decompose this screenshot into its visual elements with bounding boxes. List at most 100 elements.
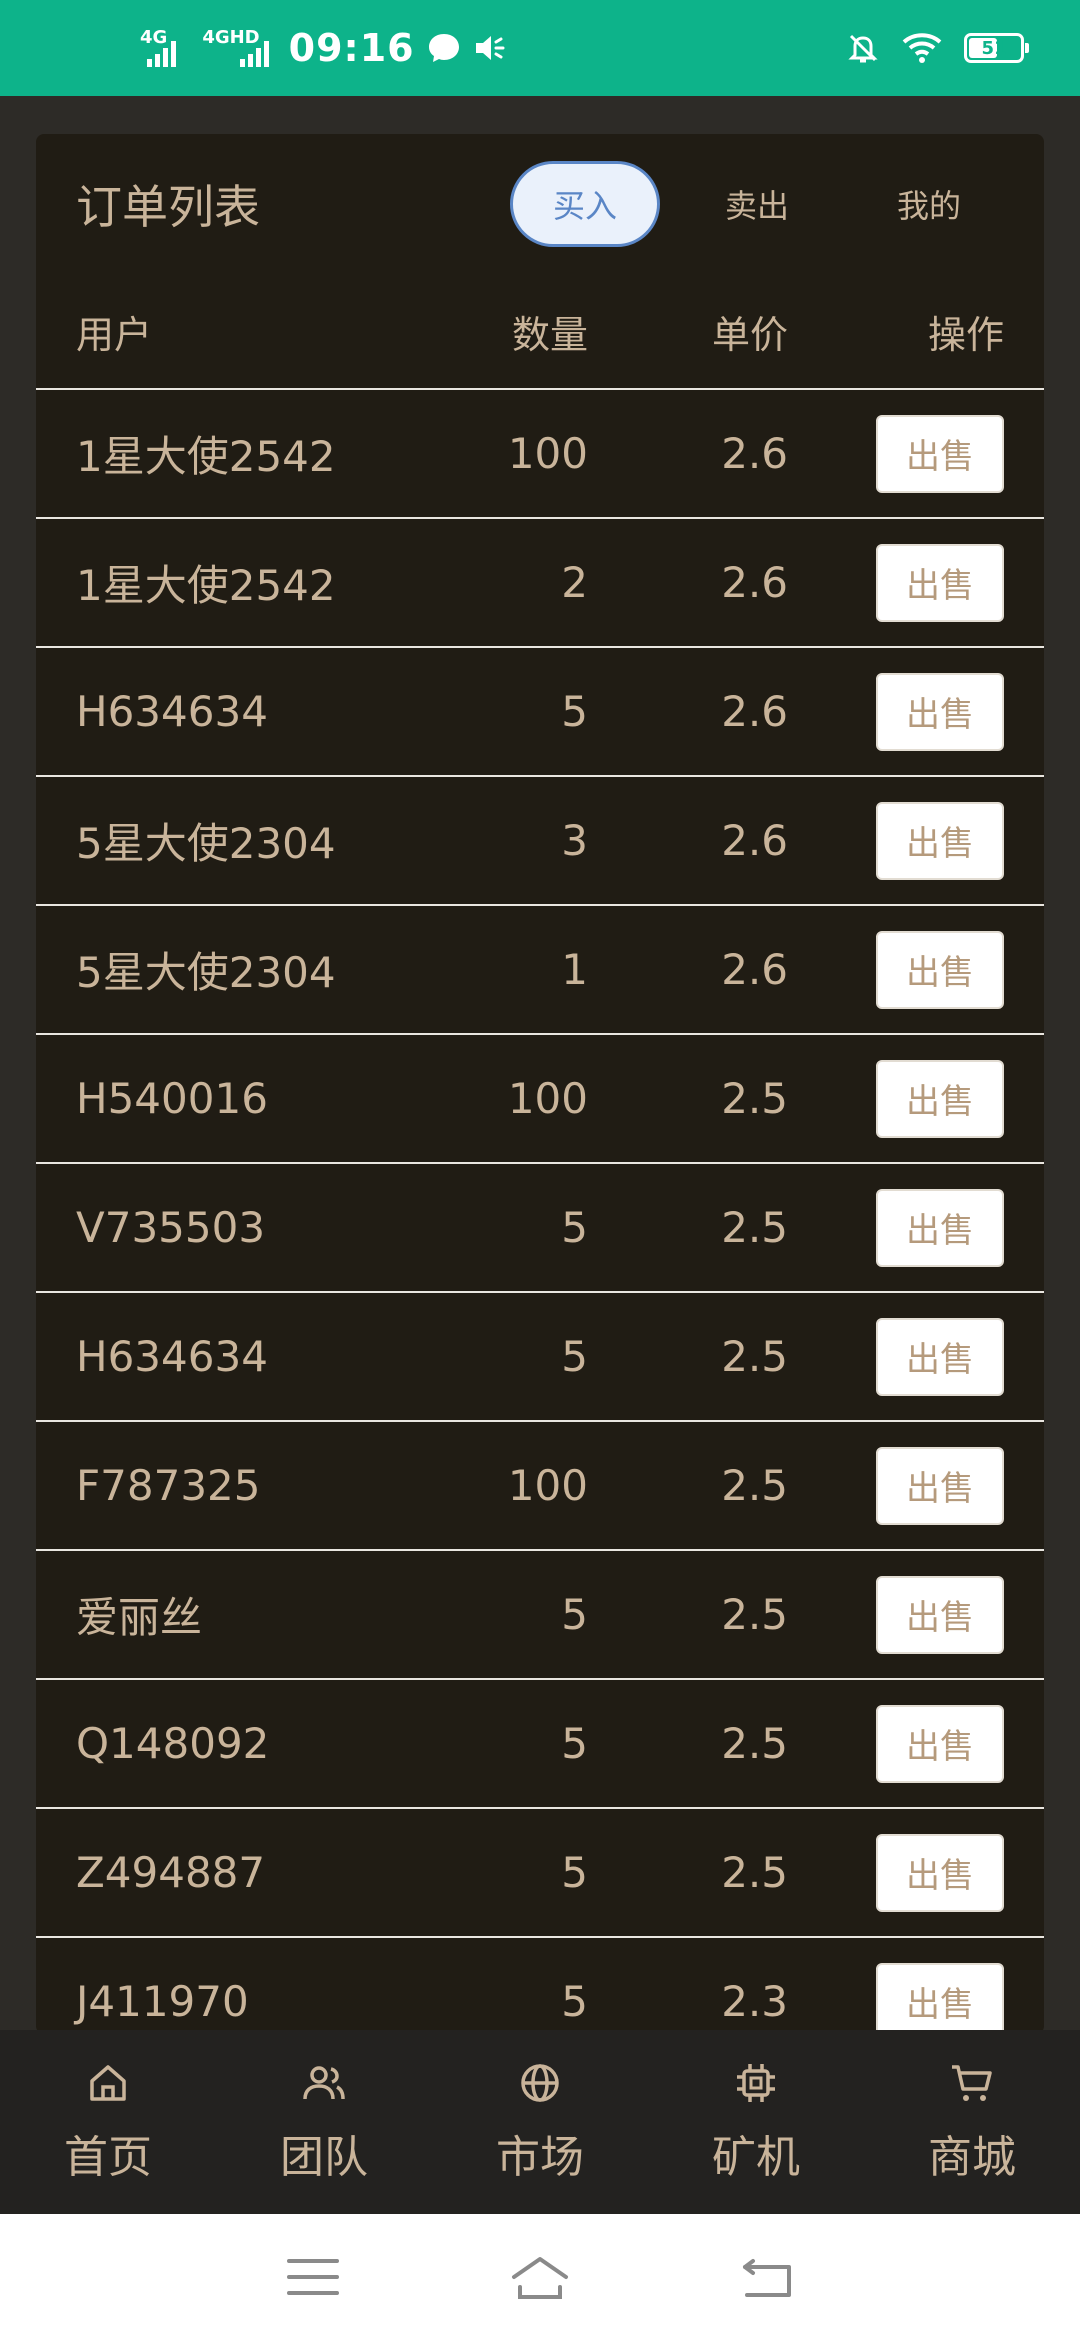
wifi-icon	[902, 33, 942, 63]
nav-label: 矿机	[712, 2132, 800, 2183]
row-price: 2.5	[721, 1074, 788, 1123]
column-header-action: 操作	[927, 312, 1004, 357]
row-qty: 3	[561, 816, 588, 865]
row-user: 1星大使2542	[76, 561, 336, 610]
row-price: 2.3	[721, 1977, 788, 2026]
row-price: 2.6	[721, 558, 788, 607]
system-nav-bar	[0, 2214, 1080, 2340]
row-user: Q148092	[76, 1719, 270, 1768]
nav-miner[interactable]: 矿机	[656, 2059, 856, 2185]
sell-button[interactable]: 出售	[876, 414, 1004, 493]
row-price: 2.5	[721, 1719, 788, 1768]
nav-market[interactable]: 市场	[440, 2059, 640, 2185]
menu-icon[interactable]	[283, 2247, 343, 2307]
sell-button[interactable]: 出售	[876, 1059, 1004, 1138]
message-icon	[428, 34, 459, 62]
row-qty: 5	[561, 687, 588, 736]
table-row: 1星大使2542 100 2.6 出售	[36, 390, 1044, 519]
bottom-nav: 首页 团队 市场 矿机 商城	[0, 2030, 1080, 2214]
column-header-price: 单价	[711, 312, 788, 357]
row-qty: 1	[561, 945, 588, 994]
order-rows: 1星大使2542 100 2.6 出售 1星大使2542 2 2.6 出售 H6…	[36, 390, 1044, 2034]
row-qty: 5	[561, 1848, 588, 1897]
card-header: 订单列表 买入 卖出 我的	[36, 134, 1044, 274]
row-price: 2.5	[721, 1590, 788, 1639]
battery-level: 51	[981, 37, 1007, 59]
table-row: H634634 5 2.6 出售	[36, 648, 1044, 777]
order-tabs: 买入 卖出 我的	[488, 161, 1004, 247]
row-user: H540016	[76, 1074, 268, 1123]
cart-icon	[952, 2065, 992, 2101]
row-user: 5星大使2304	[76, 948, 336, 997]
row-user: Z494887	[76, 1848, 266, 1897]
row-user: F787325	[76, 1461, 261, 1510]
table-row: 5星大使2304 3 2.6 出售	[36, 777, 1044, 906]
table-row: J411970 5 2.3 出售	[36, 1938, 1044, 2034]
row-price: 2.6	[721, 945, 788, 994]
table-row: 5星大使2304 1 2.6 出售	[36, 906, 1044, 1035]
sell-button[interactable]: 出售	[876, 1704, 1004, 1783]
bell-muted-icon	[848, 34, 878, 63]
table-header: 用户 数量 单价 操作	[36, 274, 1044, 390]
row-price: 2.5	[721, 1848, 788, 1897]
nav-team[interactable]: 团队	[224, 2059, 424, 2185]
row-qty: 100	[507, 429, 588, 478]
team-icon	[303, 2066, 345, 2100]
row-user: J411970	[76, 1977, 249, 2026]
home-button-icon[interactable]	[510, 2247, 570, 2307]
row-price: 2.6	[721, 816, 788, 865]
nav-label: 团队	[280, 2132, 368, 2183]
tab-buy[interactable]: 买入	[510, 161, 660, 247]
status-bar: 4G 4GHD 09:16 51	[0, 0, 1080, 96]
row-user: 1星大使2542	[76, 432, 336, 481]
row-price: 2.5	[721, 1203, 788, 1252]
globe-icon	[521, 2064, 559, 2102]
sell-button[interactable]: 出售	[876, 1833, 1004, 1912]
table-row: 爱丽丝 5 2.5 出售	[36, 1551, 1044, 1680]
sell-button[interactable]: 出售	[876, 1188, 1004, 1267]
order-list-card: 订单列表 买入 卖出 我的 用户 数量 单价 操作 1星大使2542 100 2…	[36, 134, 1044, 2034]
row-qty: 100	[507, 1074, 588, 1123]
status-left: 4G 4GHD 09:16	[140, 26, 509, 70]
row-qty: 5	[561, 1203, 588, 1252]
sell-button[interactable]: 出售	[876, 1575, 1004, 1654]
volume-icon	[475, 36, 505, 60]
row-user: H634634	[76, 687, 268, 736]
nav-label: 市场	[496, 2132, 584, 2183]
chip-icon	[737, 2064, 775, 2102]
table-row: Q148092 5 2.5 出售	[36, 1680, 1044, 1809]
sell-button[interactable]: 出售	[876, 930, 1004, 1009]
sell-button[interactable]: 出售	[876, 1962, 1004, 2034]
nav-shop[interactable]: 商城	[872, 2059, 1072, 2185]
table-row: H634634 5 2.5 出售	[36, 1293, 1044, 1422]
sell-button[interactable]: 出售	[876, 672, 1004, 751]
row-qty: 5	[561, 1719, 588, 1768]
signal-bars-icon	[147, 41, 177, 67]
tab-sell[interactable]: 卖出	[682, 161, 832, 247]
nav-home[interactable]: 首页	[8, 2059, 208, 2185]
battery-icon: 51	[964, 33, 1029, 63]
nav-label: 首页	[64, 2132, 152, 2183]
column-header-qty: 数量	[511, 312, 588, 357]
row-user: 5星大使2304	[76, 819, 336, 868]
nav-label: 商城	[928, 2132, 1016, 2183]
row-user: H634634	[76, 1332, 268, 1381]
sell-button[interactable]: 出售	[876, 543, 1004, 622]
column-header-user: 用户	[76, 312, 153, 357]
sell-button[interactable]: 出售	[876, 1446, 1004, 1525]
row-qty: 100	[507, 1461, 588, 1510]
home-icon	[90, 2065, 126, 2101]
back-icon[interactable]	[737, 2247, 797, 2307]
status-time: 09:16	[288, 26, 415, 70]
tab-mine[interactable]: 我的	[854, 161, 1004, 247]
row-qty: 2	[561, 558, 588, 607]
sell-button[interactable]: 出售	[876, 801, 1004, 880]
row-qty: 5	[561, 1590, 588, 1639]
row-price: 2.6	[721, 687, 788, 736]
sell-button[interactable]: 出售	[876, 1317, 1004, 1396]
status-right: 51	[846, 31, 1029, 65]
row-qty: 5	[561, 1332, 588, 1381]
row-price: 2.6	[721, 429, 788, 478]
page-title: 订单列表	[76, 180, 260, 234]
signal-bars-icon	[239, 41, 269, 67]
